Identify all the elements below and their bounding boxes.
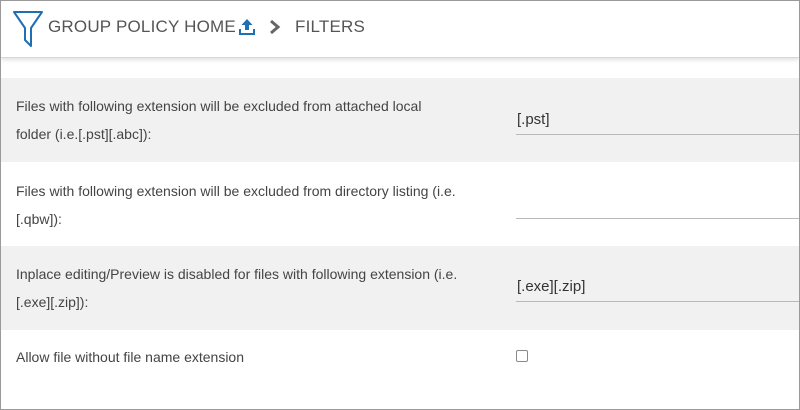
setting-label-line: Files with following extension will be e… — [16, 98, 422, 114]
setting-label-line: Inplace editing/Preview is disabled for … — [16, 266, 458, 282]
setting-label-line: [.exe][.zip]): — [16, 294, 89, 310]
setting-label-line: Allow file without file name extension — [16, 349, 245, 365]
setting-row-inplace-edit-exclusion: Inplace editing/Preview is disabled for … — [1, 246, 799, 330]
upload-icon[interactable] — [237, 17, 257, 37]
setting-label: Files with following extension will be e… — [16, 177, 496, 233]
breadcrumb-home[interactable]: GROUP POLICY HOME — [48, 17, 236, 37]
setting-label: Allow file without file name extension — [16, 343, 496, 371]
setting-label: Inplace editing/Preview is disabled for … — [16, 260, 496, 316]
chevron-right-icon — [270, 19, 281, 35]
directory-listing-exclusion-input[interactable] — [516, 189, 799, 219]
breadcrumb-current: FILTERS — [295, 17, 366, 36]
setting-label-line: [.qbw]): — [16, 211, 62, 227]
allow-no-extension-checkbox[interactable] — [516, 350, 528, 362]
setting-row-allow-no-extension: Allow file without file name extension — [1, 330, 799, 390]
setting-label-line: Files with following extension will be e… — [16, 183, 456, 199]
setting-row-local-folder-exclusion: Files with following extension will be e… — [1, 78, 799, 162]
setting-label: Files with following extension will be e… — [16, 92, 496, 148]
header-bar: GROUP POLICY HOME FILTERS — [1, 1, 799, 58]
app-window: GROUP POLICY HOME FILTERS Files with fol… — [0, 0, 800, 410]
inplace-edit-exclusion-input[interactable] — [516, 272, 799, 302]
setting-label-line: folder (i.e.[.pst][.abc]): — [16, 126, 152, 142]
filter-icon — [13, 11, 43, 47]
setting-row-directory-listing-exclusion: Files with following extension will be e… — [1, 162, 799, 246]
local-folder-exclusion-input[interactable] — [516, 105, 799, 135]
